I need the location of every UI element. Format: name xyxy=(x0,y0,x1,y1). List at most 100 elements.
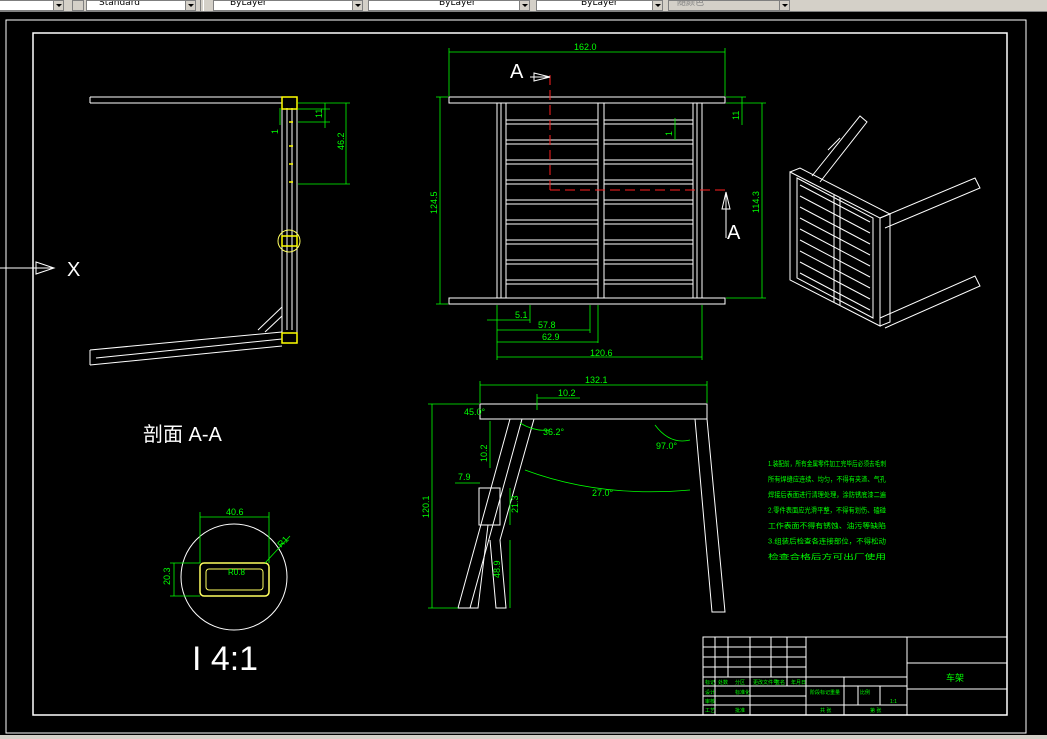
detail-scale-label: I 4:1 xyxy=(192,640,258,678)
iso-rung xyxy=(799,261,871,300)
note-line: 3.组装后检查各连接部位，不得松动 xyxy=(768,537,886,546)
section-dim-small: 11 xyxy=(314,109,324,118)
iso-rung xyxy=(799,195,871,234)
iso-rung xyxy=(799,239,871,278)
title-block-cell: 处数 xyxy=(718,679,728,686)
view-x-label: X xyxy=(67,259,80,281)
title-block-cell: 阶段标记 xyxy=(810,689,830,696)
top-dim-b4: 120.6 xyxy=(590,348,613,358)
front-dim-sub: 10.2 xyxy=(558,388,576,398)
top-view-rung xyxy=(505,199,599,205)
top-view-rung xyxy=(603,179,694,185)
color-value: ByLayer xyxy=(230,0,267,8)
view-x-arrow xyxy=(0,261,56,275)
toolbar-separator xyxy=(200,0,204,11)
section-arrows xyxy=(530,72,731,238)
top-view-rung xyxy=(603,199,694,205)
title-block-cell: 批准 xyxy=(735,707,745,714)
title-block-cell: 1:1 xyxy=(890,699,897,705)
top-view-rung xyxy=(603,119,694,125)
top-dim-b2: 57.8 xyxy=(538,320,556,330)
title-block-cell: 标记 xyxy=(705,679,715,686)
title-block-cell: 年月日 xyxy=(791,679,806,686)
section-title: 剖面 A-A xyxy=(143,423,223,446)
text-style-value: Standard xyxy=(99,0,140,8)
iso-rung xyxy=(799,206,871,245)
chevron-down-icon[interactable] xyxy=(779,1,789,10)
status-bar xyxy=(0,735,1047,739)
note-line: 所有焊缝应连续、均匀，不得有夹渣、气孔 xyxy=(768,475,886,484)
top-view-rung xyxy=(603,139,694,145)
properties-toolbar: Standard ByLayer ByLayer ByLayer 随颜色 xyxy=(0,0,1047,12)
section-cut-line xyxy=(549,75,728,191)
top-view-rung xyxy=(603,279,694,285)
top-dim-width: 162.0 xyxy=(574,42,597,52)
top-view-rung xyxy=(505,139,599,145)
linetype-value: ByLayer xyxy=(439,0,476,8)
iso-rung xyxy=(799,250,871,289)
iso-rung xyxy=(799,272,871,311)
front-angle-left: 45.0° xyxy=(464,407,486,417)
top-view-rung xyxy=(505,219,599,225)
title-part-name: 车架 xyxy=(946,672,964,683)
text-style-combo[interactable]: Standard xyxy=(86,0,196,11)
section-marker-a-right: A xyxy=(727,222,741,244)
top-view-rung xyxy=(505,119,599,125)
note-line: 检查合格后方可出厂使用 xyxy=(768,552,886,561)
front-dim-h1: 7.9 xyxy=(458,472,471,482)
front-angle-right: 97.0° xyxy=(656,441,678,451)
title-block-cell: 审核 xyxy=(705,698,715,705)
title-block-cell: 标准化 xyxy=(735,689,750,696)
dim-style-combo[interactable] xyxy=(0,0,64,11)
note-line: 工作表面不得有锈蚀、油污等缺陷 xyxy=(768,521,886,530)
front-dim-v2: 21.3 xyxy=(510,495,520,513)
iso-rung xyxy=(799,184,871,223)
front-view xyxy=(457,403,726,613)
section-yellow-marks xyxy=(281,96,298,344)
top-dim-small: 11 xyxy=(731,111,741,120)
note-line: 2.零件表面应光滑平整，不得有划伤、磕碰 xyxy=(768,506,886,515)
linetype-combo[interactable]: ByLayer xyxy=(368,0,530,11)
detail-height: 20.3 xyxy=(162,567,172,585)
iso-rung xyxy=(799,228,871,267)
top-dim-height-left: 124.5 xyxy=(429,191,439,214)
title-block-cell: 设计 xyxy=(705,689,715,696)
title-block-cell: 签名 xyxy=(775,679,785,686)
top-dim-height-right: 114.3 xyxy=(751,191,761,213)
section-dim-height: 46.2 xyxy=(336,132,346,150)
top-view-rung xyxy=(603,259,694,265)
drawing-inner-frame xyxy=(32,32,1008,716)
drawing-canvas[interactable]: 11 1 46.2 X 剖面 A-A 40.6 20.3 R1 R0.8 I 4… xyxy=(0,12,1047,735)
lineweight-combo[interactable]: ByLayer xyxy=(536,0,663,11)
top-dim-inner: 1 xyxy=(664,131,674,136)
detail-inner: R0.8 xyxy=(228,568,245,577)
top-dim-b3: 62.9 xyxy=(542,332,560,342)
chevron-down-icon[interactable] xyxy=(352,1,362,10)
note-line: 焊接后表面进行清理处理，涂防锈底漆二遍 xyxy=(768,490,886,499)
color-combo[interactable]: ByLayer xyxy=(213,0,363,11)
top-dim-b1: 5.1 xyxy=(515,310,528,320)
text-style-icon[interactable] xyxy=(72,0,84,11)
chevron-down-icon[interactable] xyxy=(185,1,195,10)
title-block-cell: 分区 xyxy=(735,679,745,686)
title-block-cell: 共 张 xyxy=(820,707,831,714)
front-dim-height: 120.1 xyxy=(421,495,431,518)
drawing-outer-frame xyxy=(5,19,1027,734)
front-angle-mid: 36.2° xyxy=(543,427,565,437)
front-dim-width: 132.1 xyxy=(585,375,608,385)
plot-style-combo[interactable]: 随颜色 xyxy=(668,0,790,11)
note-line: 1.装配前，所有金属零件加工完毕后必须去毛刺 xyxy=(768,459,886,468)
section-view xyxy=(89,96,301,366)
title-block-cell: 比例 xyxy=(860,689,870,696)
detail-width: 40.6 xyxy=(226,507,244,517)
chevron-down-icon[interactable] xyxy=(652,1,662,10)
chevron-down-icon[interactable] xyxy=(519,1,529,10)
top-view-rung xyxy=(505,239,599,245)
lineweight-value: ByLayer xyxy=(581,0,618,8)
front-angle-bottom: 27.0° xyxy=(592,488,614,498)
title-block-cell: 第 张 xyxy=(870,707,881,714)
top-view-rung xyxy=(603,239,694,245)
chevron-down-icon[interactable] xyxy=(53,1,63,10)
title-block-cell: 工艺 xyxy=(705,708,715,714)
top-view-rung xyxy=(505,279,599,285)
